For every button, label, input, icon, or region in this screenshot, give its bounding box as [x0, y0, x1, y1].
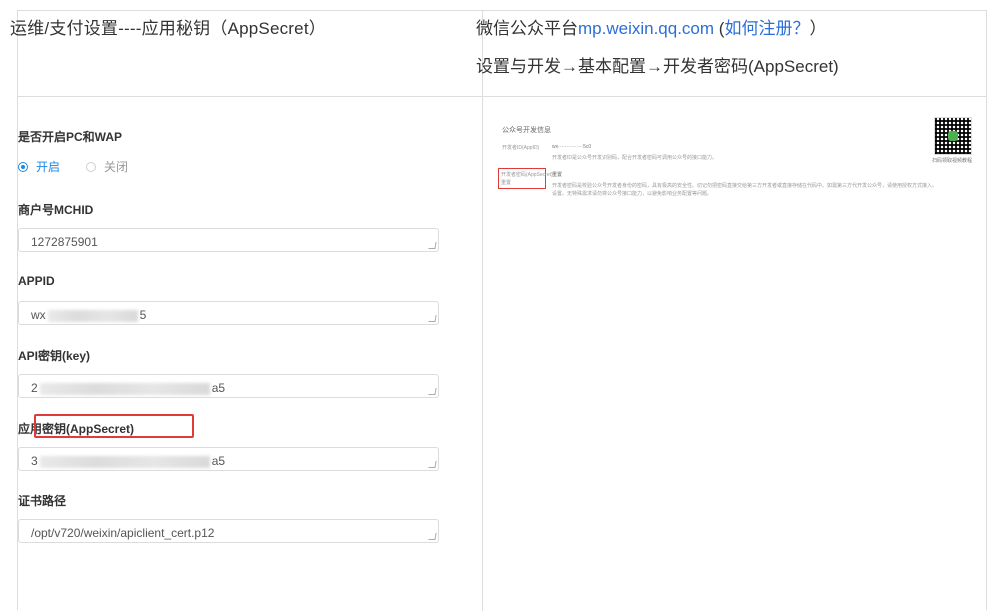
header-divider: [18, 96, 986, 97]
resize-handle-icon[interactable]: [428, 242, 437, 249]
thumb-row1-value: wx···············5c0: [552, 144, 592, 150]
appid-field[interactable]: wx 5: [18, 301, 439, 325]
resize-handle-icon[interactable]: [428, 461, 437, 468]
mchid-field[interactable]: 1272875901: [18, 228, 439, 252]
appid-prefix: wx: [31, 308, 46, 322]
radio-off-icon[interactable]: [86, 161, 97, 172]
paren-open: (: [714, 19, 725, 38]
redacted-mask: [39, 382, 210, 395]
apikey-prefix: 2: [31, 381, 38, 395]
appid-suffix: 5: [139, 308, 147, 322]
pc-wap-label: 是否开启PC和WAP: [18, 130, 123, 144]
how-to-register-link[interactable]: 如何注册？: [724, 19, 809, 38]
thumb-row2-sub: 重置: [501, 180, 512, 186]
mchid-value: 1272875901: [31, 235, 98, 249]
thumb-title: 公众号开发信息: [502, 127, 551, 134]
appsecret-field[interactable]: 3 a5: [18, 447, 439, 471]
cert-label: 证书路径: [18, 494, 67, 508]
appsecret-prefix: 3: [31, 454, 38, 468]
cert-path-field[interactable]: /opt/v720/weixin/apiclient_cert.p12: [18, 519, 439, 543]
thumb-row2-label: 开发者密码(AppSecret): [501, 172, 553, 178]
settings-path: 设置与开发→基本配置→开发者密码(AppSecret): [476, 57, 839, 76]
appsecret-highlight-box: [34, 414, 194, 438]
thumb-reset-label: 重置: [552, 172, 563, 178]
radio-off-label[interactable]: 关闭: [104, 158, 128, 175]
redacted-mask: [47, 309, 138, 322]
mchid-label: 商户号MCHID: [18, 203, 94, 217]
thumb-row1-note: 开发者ID是公众号开发识别码，配合开发者密码可调用公众号的接口能力。: [552, 155, 718, 161]
platform-link[interactable]: mp.weixin.qq.com: [578, 19, 714, 38]
wechat-logo-icon: [948, 131, 958, 141]
left-column-title: 运维/支付设置----应用秘钥（AppSecret）: [10, 19, 326, 38]
radio-on-label[interactable]: 开启: [36, 158, 60, 175]
paren-close: ）: [809, 19, 827, 38]
resize-handle-icon[interactable]: [428, 388, 437, 395]
resize-handle-icon[interactable]: [428, 315, 437, 322]
radio-on-icon[interactable]: [18, 161, 28, 172]
cert-path-value: /opt/v720/weixin/apiclient_cert.p12: [31, 526, 215, 540]
column-divider: [482, 11, 483, 611]
qr-caption: 扫码领取视频教程: [932, 158, 973, 164]
wechat-dev-info-thumbnail: 公众号开发信息 开发者ID(AppID) wx···············5c…: [482, 115, 972, 215]
thumb-row2-note-2: 设置。无特殊需求请勿将公众号接口能力，以避免影响业务配置等问题。: [552, 191, 713, 197]
appsecret-suffix: a5: [211, 454, 226, 468]
apikey-field[interactable]: 2 a5: [18, 374, 439, 398]
qr-code-icon: [934, 117, 972, 155]
right-column-title: 微信公众平台mp.weixin.qq.com (如何注册？）: [476, 14, 826, 39]
apikey-suffix: a5: [211, 381, 226, 395]
platform-name: 微信公众平台: [476, 19, 578, 38]
resize-handle-icon[interactable]: [428, 533, 437, 540]
appid-label: APPID: [18, 274, 55, 288]
pc-wap-radio-group: 开启 关闭: [18, 158, 128, 175]
apikey-label: API密钥(key): [18, 349, 91, 363]
redacted-mask: [39, 455, 210, 468]
thumb-row1-label: 开发者ID(AppID): [502, 145, 540, 151]
thumb-row2-note-1: 开发者密码是校验公众号开发者身份的密码，具有极高的安全性。切记勿把密码直接交给第…: [552, 183, 938, 189]
